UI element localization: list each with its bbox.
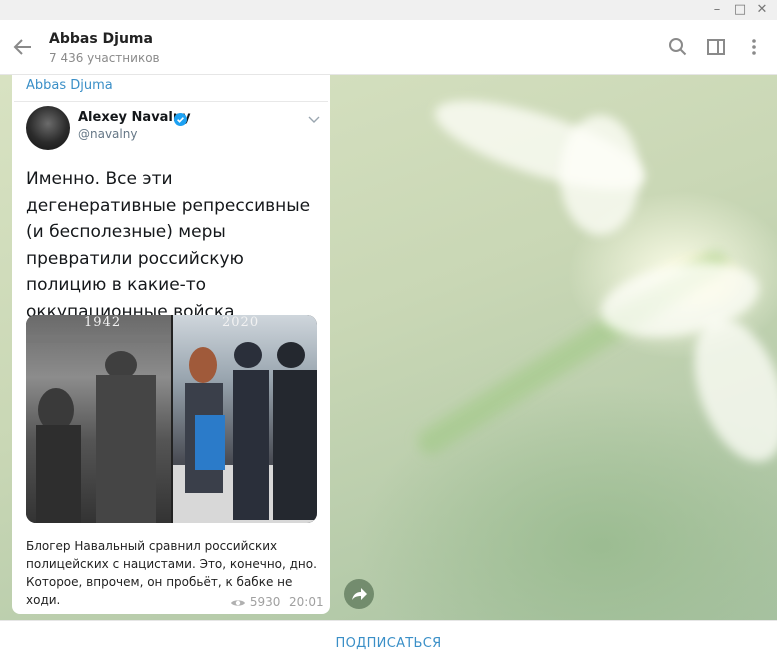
more-vert-icon[interactable] bbox=[744, 37, 764, 61]
flower-petal bbox=[560, 115, 640, 235]
close-window-button[interactable]: ✕ bbox=[753, 2, 771, 18]
message-author[interactable]: Abbas Djuma bbox=[26, 78, 113, 93]
back-arrow-icon[interactable] bbox=[12, 36, 34, 62]
message-bubble[interactable]: Abbas Djuma Alexey Navalny @navalny Имен… bbox=[12, 75, 330, 614]
sidebar-toggle-icon[interactable] bbox=[706, 37, 726, 61]
views-value: 5930 bbox=[249, 595, 281, 609]
subscribe-button[interactable]: ПОДПИСАТЬСЯ bbox=[0, 636, 777, 651]
search-icon[interactable] bbox=[668, 37, 688, 61]
members-count: 7 436 участников bbox=[49, 51, 160, 65]
maximize-button[interactable]: □ bbox=[731, 2, 749, 18]
verified-icon bbox=[174, 111, 187, 130]
chat-title[interactable]: Abbas Djuma bbox=[49, 31, 153, 47]
views-count: 5930 bbox=[230, 595, 280, 609]
tweet-handle[interactable]: @navalny bbox=[78, 127, 137, 141]
tweet-embed[interactable]: Alexey Navalny @navalny Именно. Все эти … bbox=[14, 101, 328, 527]
photo-2020 bbox=[173, 315, 317, 523]
eye-icon bbox=[230, 595, 250, 609]
share-icon bbox=[344, 588, 374, 613]
chevron-down-icon[interactable] bbox=[308, 110, 320, 129]
photo-1942 bbox=[26, 315, 171, 523]
minimize-button[interactable]: – bbox=[708, 2, 726, 18]
message-time: 20:01 bbox=[289, 595, 324, 609]
message-caption: Блогер Навальный сравнил российских поли… bbox=[26, 539, 317, 607]
window-titlebar: – □ ✕ bbox=[0, 0, 777, 20]
chat-header: Abbas Djuma 7 436 участников bbox=[0, 20, 777, 75]
forward-button[interactable] bbox=[344, 579, 374, 609]
subscribe-bar: ПОДПИСАТЬСЯ bbox=[0, 620, 777, 665]
tweet-photo[interactable]: 1942 2020 bbox=[26, 315, 317, 523]
photo-label-2020: 2020 bbox=[222, 315, 260, 330]
tweet-text: Именно. Все эти дегенеративные репрессив… bbox=[26, 169, 311, 322]
avatar[interactable] bbox=[26, 106, 70, 150]
photo-label-1942: 1942 bbox=[84, 315, 122, 330]
